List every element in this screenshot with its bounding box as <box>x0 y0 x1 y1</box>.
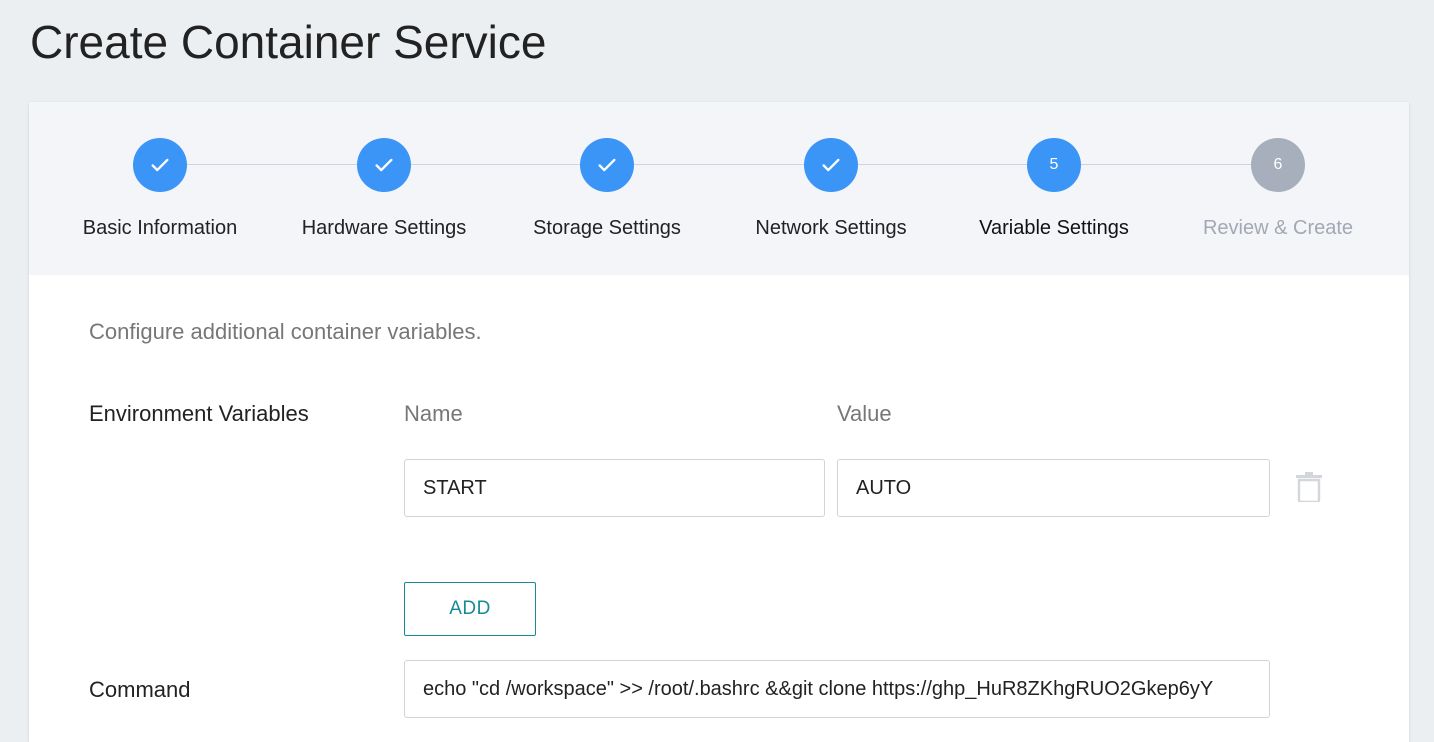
step-label: Hardware Settings <box>301 217 467 239</box>
step-label: Network Settings <box>755 217 907 239</box>
step-circle-done <box>804 138 858 192</box>
step-circle-done <box>580 138 634 192</box>
command-input[interactable] <box>404 660 1270 718</box>
step-network-settings[interactable]: Network Settings <box>711 138 951 244</box>
check-icon <box>822 158 840 172</box>
step-label: Basic Information <box>82 217 238 239</box>
env-vars-label: Environment Variables <box>89 401 309 426</box>
check-icon <box>151 158 169 172</box>
check-icon <box>375 158 393 172</box>
stepper: Basic Information Hardware Settings Stor… <box>29 102 1409 275</box>
command-label: Command <box>89 677 191 702</box>
form-card: Basic Information Hardware Settings Stor… <box>29 102 1409 742</box>
step-label: Storage Settings <box>533 217 681 239</box>
step-basic-information[interactable]: Basic Information <box>40 138 280 244</box>
step-storage-settings[interactable]: Storage Settings <box>487 138 727 244</box>
check-icon <box>598 158 616 172</box>
step-circle-done <box>133 138 187 192</box>
value-column-header: Value <box>837 401 892 426</box>
trash-icon[interactable] <box>1295 472 1323 502</box>
page-title: Create Container Service <box>30 16 547 68</box>
add-env-var-button[interactable]: ADD <box>404 582 536 636</box>
step-review-create: 6 Review & Create <box>1158 138 1398 244</box>
intro-text: Configure additional container variables… <box>89 319 482 344</box>
step-label: Variable Settings <box>979 217 1129 239</box>
step-label: Review & Create <box>1202 217 1354 239</box>
step-circle-done <box>357 138 411 192</box>
step-number-active: 5 <box>1027 138 1081 192</box>
env-var-value-input[interactable] <box>837 459 1270 517</box>
step-number-pending: 6 <box>1251 138 1305 192</box>
env-var-name-input[interactable] <box>404 459 825 517</box>
step-hardware-settings[interactable]: Hardware Settings <box>264 138 504 244</box>
name-column-header: Name <box>404 401 463 426</box>
step-variable-settings[interactable]: 5 Variable Settings <box>934 138 1174 244</box>
